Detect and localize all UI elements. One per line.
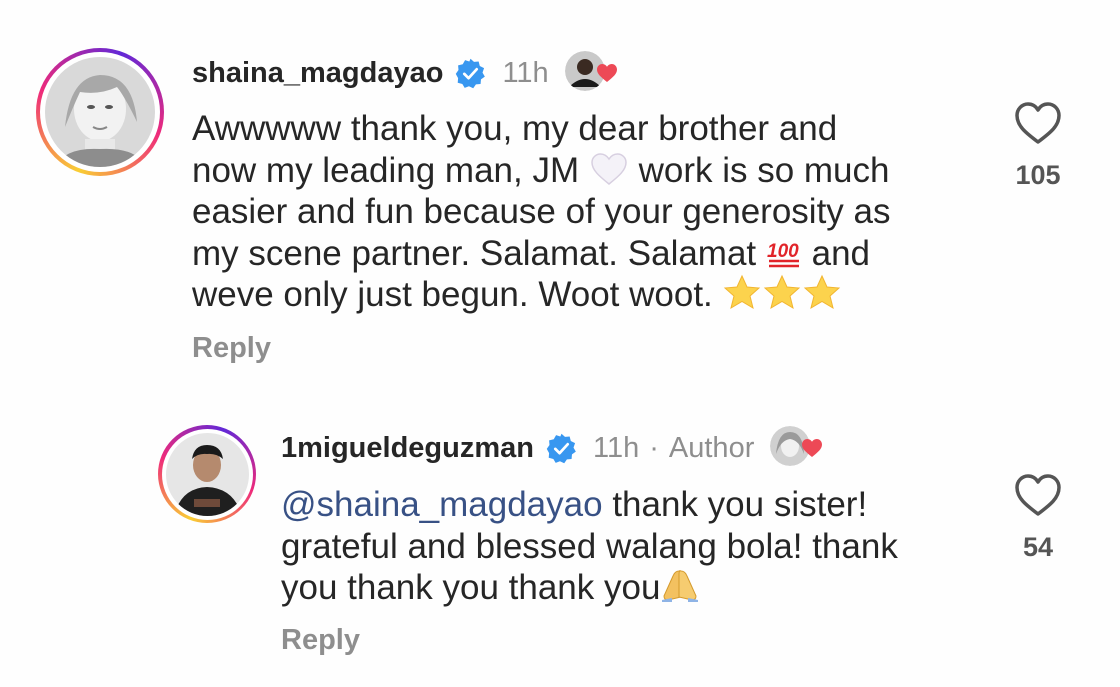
liked-by-author-heart-icon <box>802 439 823 457</box>
timestamp: 11h <box>593 431 640 464</box>
avatar-photo <box>165 432 249 516</box>
star-emoji <box>723 274 840 310</box>
comment-shaina: shaina_magdayao 11h Awwwww thank you, my… <box>0 0 1120 390</box>
heart-outline-icon[interactable] <box>1013 100 1063 146</box>
comment-line: my scene partner. Salamat. Salamat <box>192 233 757 273</box>
separator-dot: · <box>649 431 659 464</box>
comment-line: easier and fun because of your generosit… <box>192 192 891 231</box>
comment-line: weve only just begun. Woot woot. <box>192 275 713 314</box>
username[interactable]: shaina_magdayao <box>192 57 443 90</box>
comment-line: thank you sister! <box>612 485 868 524</box>
white-heart-emoji <box>591 152 627 185</box>
comment-line: now my leading man, JM <box>192 150 580 190</box>
verified-badge-icon <box>456 58 486 88</box>
username[interactable]: 1migueldeguzman <box>281 432 534 465</box>
comment-line: Awwwww thank you, my dear brother and <box>192 109 838 148</box>
like-count: 105 <box>1015 160 1061 190</box>
comment-line: grateful and blessed walang bola! thank <box>281 526 898 566</box>
timestamp: 11h <box>502 56 549 89</box>
heart-outline-icon[interactable] <box>1013 472 1063 518</box>
comment-header: 1migueldeguzman 11h · Author <box>281 426 823 470</box>
liked-by-author-indicator <box>564 51 617 95</box>
svg-text:100: 100 <box>767 241 799 262</box>
comment-body: Awwwww thank you, my dear brother and no… <box>192 108 972 316</box>
hundred-points-emoji: 100 <box>767 241 799 267</box>
comment-body: @shaina_magdayao thank you sister! grate… <box>281 484 981 609</box>
avatar-photo <box>45 57 155 167</box>
comment-line: you thank you thank you <box>281 568 661 607</box>
comment-line: work is so much <box>638 150 890 190</box>
verified-badge-icon <box>546 433 576 463</box>
liked-by-author-heart-icon <box>596 64 617 82</box>
like-control: 105 <box>998 100 1078 191</box>
avatar[interactable] <box>158 425 256 523</box>
reply-button[interactable]: Reply <box>281 624 360 657</box>
avatar[interactable] <box>36 48 164 176</box>
like-control: 54 <box>998 472 1078 563</box>
reply-button[interactable]: Reply <box>192 332 271 365</box>
comment-line: and <box>811 233 871 273</box>
author-badge: Author <box>668 431 755 464</box>
mention-link[interactable]: @shaina_magdayao <box>281 485 603 524</box>
liked-by-author-indicator <box>770 426 823 470</box>
comment-header: shaina_magdayao 11h <box>192 51 617 95</box>
like-count: 54 <box>1022 532 1054 562</box>
folded-hands-emoji <box>662 570 699 602</box>
